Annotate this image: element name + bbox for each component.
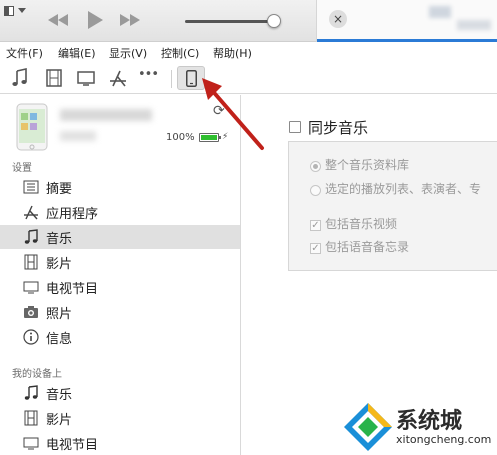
red-arrow-annotation <box>202 78 264 150</box>
sidebar-item-films[interactable]: 影片 <box>0 250 240 274</box>
sidebar-item-photos[interactable]: 照片 <box>0 300 240 324</box>
sidebar-item-summary[interactable]: 摘要 <box>0 175 240 199</box>
sidebar-item-label: 电视节目 <box>46 438 99 453</box>
watermark: 系统城 xitongcheng.com <box>340 397 497 455</box>
sidebar-item-label: 电视节目 <box>46 282 99 297</box>
sync-music-checkbox[interactable] <box>289 121 301 133</box>
selected-playlists-label: 选定的播放列表、表演者、专 <box>325 182 482 196</box>
volume-track <box>185 20 277 23</box>
blurred-album-art <box>429 6 451 18</box>
sidebar-item-label: 影片 <box>46 413 73 428</box>
music-icon[interactable] <box>10 68 30 88</box>
sidebar-item-label: 信息 <box>46 332 73 347</box>
entire-library-radio[interactable] <box>310 161 321 172</box>
movie-icon[interactable] <box>44 68 64 88</box>
menu-file[interactable]: 文件(F) <box>6 45 43 61</box>
device-name-redacted <box>60 109 152 121</box>
apps-icon <box>23 204 39 220</box>
film-icon <box>23 410 39 426</box>
include-voice-memos-label: 包括语音备忘录 <box>325 240 410 254</box>
volume-slider[interactable] <box>185 14 281 28</box>
device-capacity-redacted <box>60 131 96 141</box>
include-videos-checkbox[interactable]: ✓ <box>310 220 321 231</box>
device-thumbnail <box>16 103 48 151</box>
summary-icon <box>23 179 39 195</box>
blurred-track-info <box>457 20 491 30</box>
fast-forward-button[interactable] <box>118 12 142 28</box>
sidebar-item-device-tv-shows[interactable]: 电视节目 <box>0 431 240 455</box>
battery-percent: 100% <box>166 132 195 143</box>
toolbar-divider <box>171 70 172 88</box>
volume-knob[interactable] <box>267 14 281 28</box>
player-bar: × <box>0 0 497 42</box>
sidebar-item-label: 音乐 <box>46 232 73 247</box>
sidebar-item-tv-shows[interactable]: 电视节目 <box>0 275 240 299</box>
menu-edit[interactable]: 编辑(E) <box>58 45 96 61</box>
menu-control[interactable]: 控制(C) <box>161 45 199 61</box>
sync-options-box: 整个音乐资料库 选定的播放列表、表演者、专 ✓ 包括音乐视频 ✓ 包括语音备忘录 <box>288 141 497 271</box>
sidebar-item-label: 应用程序 <box>46 207 99 222</box>
tv-icon <box>23 435 39 451</box>
include-videos-label: 包括音乐视频 <box>325 217 398 231</box>
film-icon <box>23 254 39 270</box>
music-icon <box>23 229 39 245</box>
rewind-button[interactable] <box>46 12 70 28</box>
selected-playlists-radio[interactable] <box>310 185 321 196</box>
sync-music-label: 同步音乐 <box>308 119 369 137</box>
sidebar-item-device-films[interactable]: 影片 <box>0 406 240 430</box>
sidebar-item-apps[interactable]: 应用程序 <box>0 200 240 224</box>
menu-help[interactable]: 帮助(H) <box>213 45 252 61</box>
fast-forward-icon <box>120 14 140 26</box>
tv-icon <box>23 279 39 295</box>
settings-header: 设置 <box>12 163 32 174</box>
rewind-icon <box>48 14 68 26</box>
menu-view[interactable]: 显示(V) <box>109 45 147 61</box>
music-icon <box>23 385 39 401</box>
sidebar-item-info[interactable]: 信息 <box>0 325 240 349</box>
menu-bar: 文件(F) 编辑(E) 显示(V) 控制(C) 帮助(H) <box>0 42 497 62</box>
app-store-icon[interactable] <box>108 68 128 88</box>
now-playing-display: × <box>316 0 497 42</box>
sidebar-item-label: 音乐 <box>46 388 73 403</box>
sidebar-item-label: 摘要 <box>46 182 73 197</box>
play-icon <box>88 11 103 29</box>
camera-icon <box>23 304 39 320</box>
window-icon <box>4 6 14 16</box>
include-voice-memos-checkbox[interactable]: ✓ <box>310 243 321 254</box>
close-icon[interactable]: × <box>329 10 347 28</box>
watermark-logo <box>344 403 392 451</box>
more-icon[interactable]: ••• <box>138 67 159 87</box>
sidebar-item-label: 照片 <box>46 307 73 322</box>
info-icon <box>23 329 39 345</box>
sidebar-item-label: 影片 <box>46 257 73 272</box>
sidebar-item-device-music[interactable]: 音乐 <box>0 381 240 405</box>
tv-icon[interactable] <box>76 68 96 88</box>
sidebar-item-music[interactable]: 音乐 <box>0 225 240 249</box>
my-device-header: 我的设备上 <box>12 369 62 380</box>
play-button[interactable] <box>85 10 105 30</box>
watermark-brand: 系统城 <box>396 409 463 434</box>
entire-library-label: 整个音乐资料库 <box>325 158 410 172</box>
watermark-url: xitongcheng.com <box>396 433 492 446</box>
dropdown-arrow-icon <box>18 8 26 13</box>
window-menu-button[interactable] <box>4 4 30 18</box>
